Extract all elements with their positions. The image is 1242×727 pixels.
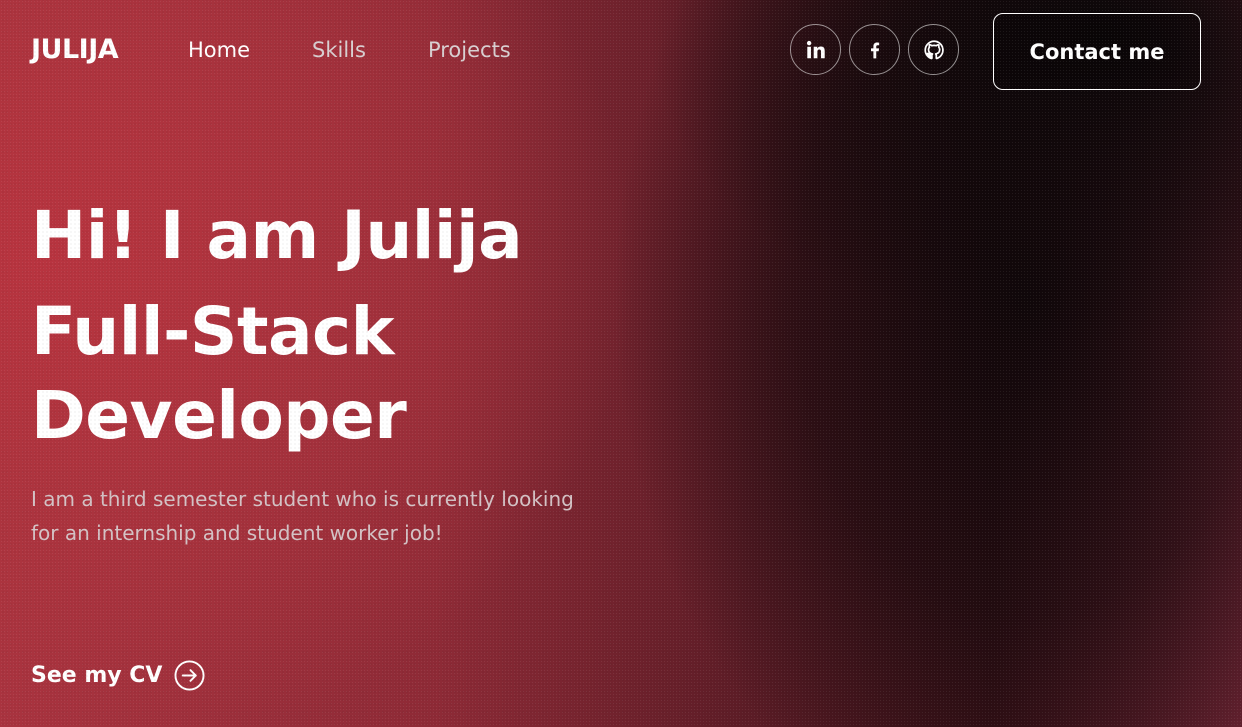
hero-role: Full-Stack Developer (31, 290, 651, 458)
contact-me-button[interactable]: Contact me (993, 13, 1201, 90)
nav-links: Home Skills Projects (188, 38, 573, 62)
top-navigation: JULIJA Home Skills Projects Contact me (0, 0, 1242, 104)
hero-intro: I am a third semester student who is cur… (31, 487, 574, 545)
github-icon (923, 39, 944, 59)
see-my-cv-label: See my CV (31, 663, 163, 688)
linkedin-link[interactable] (790, 24, 841, 75)
linkedin-icon (806, 40, 825, 58)
hero-role-line2: Developer (31, 377, 407, 454)
logo[interactable]: JULIJA (31, 34, 119, 65)
see-my-cv-link[interactable]: See my CV (31, 660, 205, 691)
arrow-right-circle-icon (174, 660, 205, 691)
github-link[interactable] (908, 24, 959, 75)
facebook-link[interactable] (849, 24, 900, 75)
nav-link-home[interactable]: Home (188, 38, 250, 62)
nav-link-projects[interactable]: Projects (428, 38, 511, 62)
social-links (790, 24, 959, 75)
hero-section: Hi! I am Julija Full-Stack Developer I a… (31, 188, 651, 550)
hero-role-line1: Full-Stack (31, 293, 395, 370)
hero-greeting: Hi! I am Julija (31, 197, 523, 274)
facebook-icon (870, 42, 879, 58)
nav-link-skills[interactable]: Skills (312, 38, 366, 62)
